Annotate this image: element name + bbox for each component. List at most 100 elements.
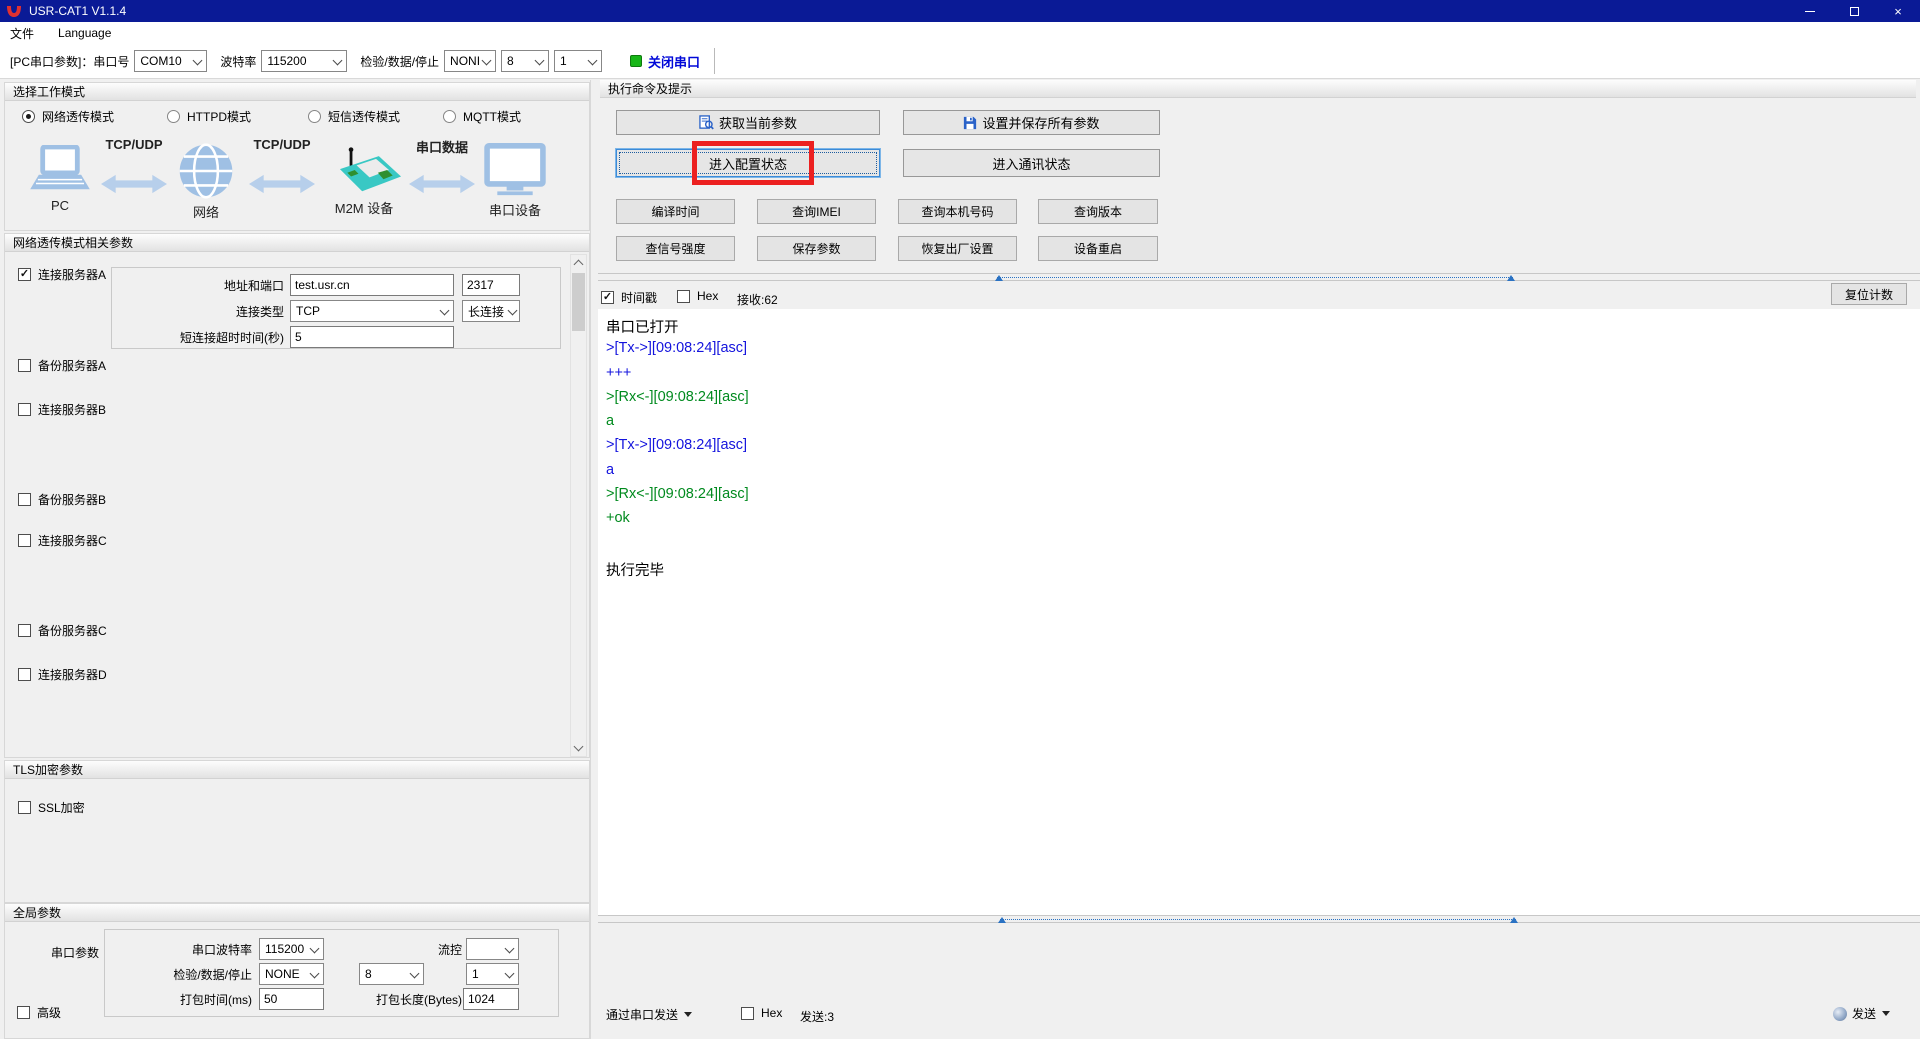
server-a-address-input[interactable]: test.usr.cn [290, 274, 454, 296]
server-checkbox-row[interactable]: 连接服务器C [18, 532, 107, 549]
checkbox-label: 备份服务器B [38, 493, 107, 507]
checkbox-label: 连接服务器B [38, 403, 107, 417]
radio-icon[interactable] [443, 110, 456, 123]
menu-item-file[interactable]: 文件 [10, 25, 34, 42]
maximize-button[interactable] [1832, 0, 1876, 22]
app-window: USR-CAT1 V1.1.4 × 文件 Language [PC串口参数]：串… [0, 0, 1920, 1039]
work-mode-header: 选择工作模式 [5, 83, 589, 101]
hex-recv-checkbox-row[interactable]: Hex [677, 289, 718, 303]
advanced-checkbox-row[interactable]: 高级 [17, 1004, 61, 1021]
log-splitter-top[interactable] [598, 273, 1920, 281]
pack-length-input[interactable]: 1024 [463, 988, 519, 1010]
databits-select[interactable]: 8 [501, 50, 550, 72]
checkbox-icon[interactable] [677, 289, 690, 303]
server-checkbox-row[interactable]: 备份服务器B [18, 491, 106, 508]
send-button[interactable]: 发送 [1833, 1005, 1891, 1022]
baud-select[interactable]: 115200 [261, 50, 348, 72]
diagram-node-serial-device: 串口设备 [479, 143, 551, 219]
checkbox-icon[interactable] [601, 291, 614, 304]
device-restart-button[interactable]: 设备重启 [1038, 236, 1158, 261]
server-a-port-input[interactable]: 2317 [462, 274, 520, 296]
work-mode-option-httpd[interactable]: HTTPD模式 [167, 108, 251, 125]
checkbox-icon[interactable] [18, 493, 31, 506]
pack-time-input[interactable]: 50 [259, 988, 324, 1010]
close-port-button[interactable]: 关闭串口 [648, 52, 700, 71]
menu-item-language[interactable]: Language [58, 26, 111, 40]
radio-icon[interactable] [308, 110, 321, 123]
server-checkbox-row[interactable]: 连接服务器D [18, 666, 107, 683]
save-icon [964, 116, 977, 129]
server-a-checkbox-row[interactable]: 连接服务器A [18, 266, 106, 283]
log-splitter-bottom[interactable] [598, 915, 1920, 923]
checkbox-icon[interactable] [18, 534, 31, 547]
enter-comm-button[interactable]: 进入通讯状态 [903, 149, 1160, 177]
parity-select[interactable]: NONI [444, 50, 497, 72]
serial-stopbits-select[interactable]: 1 [466, 963, 519, 985]
checkbox-icon[interactable] [18, 403, 31, 416]
server-checkbox-row[interactable]: 备份服务器C [18, 622, 107, 639]
chevron-down-icon [439, 306, 450, 317]
close-button[interactable]: × [1876, 0, 1920, 22]
keep-type-select[interactable]: 长连接 [462, 300, 520, 322]
stopbits-select[interactable]: 1 [554, 50, 603, 72]
checkbox-icon[interactable] [18, 268, 31, 281]
factory-reset-button[interactable]: 恢复出厂设置 [898, 236, 1017, 261]
maximize-icon [1849, 6, 1859, 16]
radio-label: 短信透传模式 [328, 110, 401, 124]
chevron-down-icon [192, 56, 203, 67]
checkbox-icon[interactable] [18, 624, 31, 637]
send-via-dropdown[interactable]: 通过串口发送 [606, 1006, 693, 1023]
checkbox-icon[interactable] [741, 1006, 754, 1020]
checkbox-icon[interactable] [18, 668, 31, 681]
com-port-select[interactable]: COM10 [134, 50, 208, 72]
panel-splitter[interactable] [590, 80, 598, 1039]
serial-parity-select[interactable]: NONE [259, 963, 324, 985]
conn-type-select[interactable]: TCP [290, 300, 454, 322]
log-output[interactable]: 串口已打开 >[Tx->][09:08:24][asc] +++ >[Rx<-]… [598, 309, 1920, 915]
globe-icon [179, 143, 233, 199]
timeout-input[interactable]: 5 [290, 326, 454, 348]
conn-type-label: 连接类型 [235, 304, 284, 319]
chevron-down-icon [309, 944, 320, 955]
splitter-handle[interactable] [995, 275, 1515, 281]
compile-time-button[interactable]: 编译时间 [616, 199, 735, 224]
work-mode-option-sms[interactable]: 短信透传模式 [308, 108, 400, 125]
scroll-up-icon[interactable] [571, 255, 586, 271]
hex-send-checkbox-row[interactable]: Hex [741, 1006, 782, 1020]
left-panel-scrollbar[interactable] [570, 254, 587, 757]
reset-count-button[interactable]: 复位计数 [1831, 283, 1907, 305]
work-mode-option-net[interactable]: 网络透传模式 [22, 108, 114, 125]
query-signal-button[interactable]: 查信号强度 [616, 236, 735, 261]
query-phone-number-button[interactable]: 查询本机号码 [898, 199, 1017, 224]
minimize-button[interactable] [1788, 0, 1832, 22]
chevron-down-icon [504, 944, 515, 955]
get-params-button[interactable]: 获取当前参数 [616, 110, 880, 135]
timestamp-checkbox-row[interactable]: 时间戳 [601, 289, 657, 306]
checkbox-label: Hex [697, 289, 719, 303]
checkbox-icon[interactable] [18, 801, 31, 814]
work-mode-option-mqtt[interactable]: MQTT模式 [443, 108, 521, 125]
scroll-down-icon[interactable] [571, 740, 586, 756]
query-version-button[interactable]: 查询版本 [1038, 199, 1158, 224]
radio-icon[interactable] [22, 110, 35, 123]
link-arrow-icon [249, 174, 315, 194]
scrollbar-thumb[interactable] [572, 273, 585, 331]
log-line: a [606, 413, 615, 430]
save-params-button[interactable]: 保存参数 [757, 236, 876, 261]
ssl-checkbox-row[interactable]: SSL加密 [18, 799, 85, 816]
serial-baud-select[interactable]: 115200 [259, 938, 324, 960]
flow-control-select[interactable] [466, 938, 519, 960]
radio-label: 网络透传模式 [42, 110, 115, 124]
radio-icon[interactable] [167, 110, 180, 123]
query-imei-button[interactable]: 查询IMEI [757, 199, 876, 224]
serial-databits-select[interactable]: 8 [359, 963, 424, 985]
checkbox-icon[interactable] [18, 359, 31, 372]
server-checkbox-row[interactable]: 备份服务器A [18, 357, 106, 374]
checkbox-icon[interactable] [17, 1006, 30, 1019]
server-checkbox-row[interactable]: 连接服务器B [18, 401, 106, 418]
flow-control-label: 流控 [437, 942, 462, 957]
link-label: TCP/UDP [105, 137, 163, 152]
splitter-handle[interactable] [998, 917, 1518, 923]
set-save-params-button[interactable]: 设置并保存所有参数 [903, 110, 1160, 135]
log-line: +ok [606, 510, 630, 527]
